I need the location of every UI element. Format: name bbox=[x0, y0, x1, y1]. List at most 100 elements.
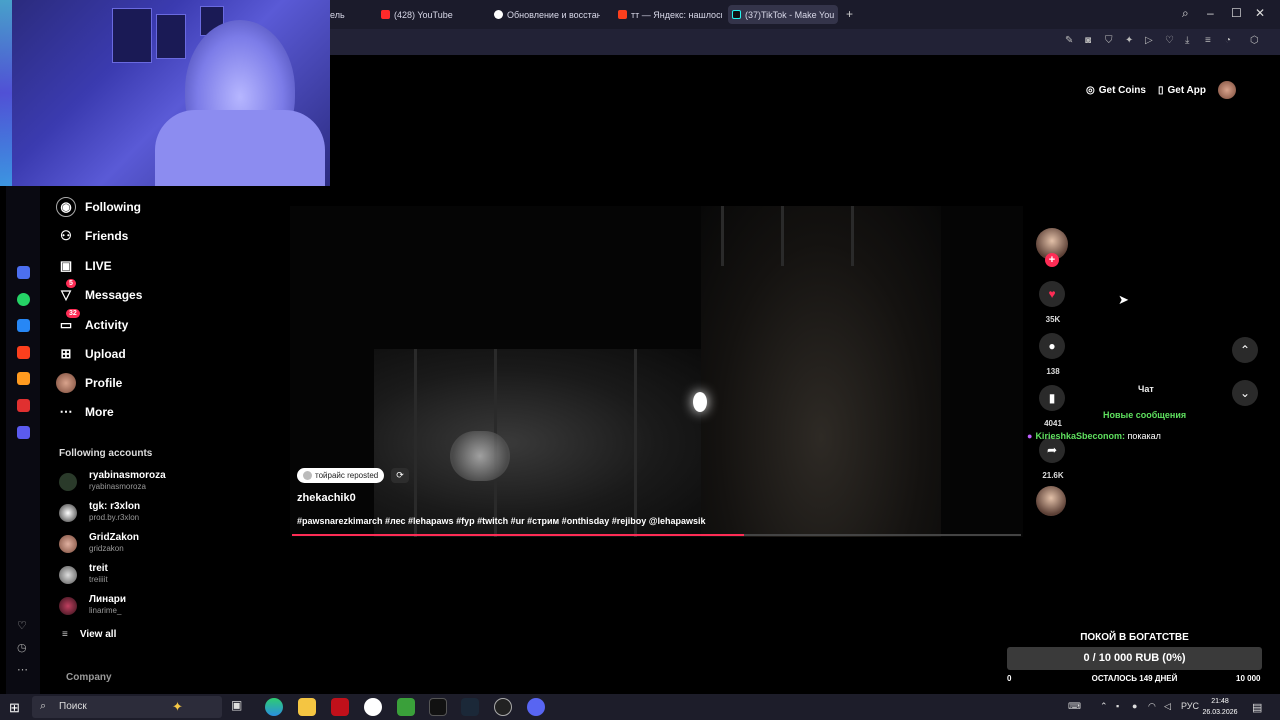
camera-icon[interactable]: ◙ bbox=[1085, 35, 1091, 46]
get-app-label: Get App bbox=[1167, 84, 1206, 96]
language-indicator[interactable]: РУС bbox=[1181, 701, 1199, 711]
whatsapp-icon[interactable] bbox=[17, 293, 30, 306]
avatar[interactable] bbox=[1218, 81, 1236, 99]
discord-icon[interactable] bbox=[527, 698, 545, 716]
app-icon[interactable] bbox=[17, 426, 30, 439]
sidebar-item-messages[interactable]: ▽ 5 Messages bbox=[56, 279, 142, 307]
sidebar-item-live[interactable]: ▣ LIVE bbox=[56, 254, 112, 278]
mic-icon: ● bbox=[1027, 431, 1033, 441]
account-item[interactable]: tgk: r3xlon prod.by.r3xlon bbox=[59, 501, 269, 525]
history-icon[interactable]: ◷ bbox=[17, 641, 27, 654]
save-button[interactable]: ▮ bbox=[1039, 385, 1065, 411]
account-item[interactable]: treit treiiiit bbox=[59, 563, 269, 587]
search-tabs-icon[interactable]: ⌕ bbox=[1182, 6, 1189, 21]
favorites-icon[interactable]: ♡ bbox=[17, 619, 27, 632]
tab-label: ель bbox=[330, 9, 345, 20]
sidebar-item-following[interactable]: ◉ Following bbox=[56, 195, 141, 219]
more-icon: ⋯ bbox=[59, 404, 73, 419]
previous-video-button[interactable]: ⌃ bbox=[1232, 337, 1258, 363]
browser-tab[interactable]: ель bbox=[330, 5, 370, 24]
tab-label: (428) YouTube bbox=[394, 9, 453, 20]
browser-tab-yandex[interactable]: тт — Яндекс: нашлось 18 bbox=[618, 5, 722, 24]
account-item[interactable]: ryabinasmoroza ryabinasmoroza bbox=[59, 470, 269, 494]
windows-start-icon[interactable]: ⊞ bbox=[9, 700, 20, 716]
next-video-button[interactable]: ⌄ bbox=[1232, 380, 1258, 406]
yandex-browser-icon[interactable] bbox=[364, 698, 382, 716]
account-name: tgk: r3xlon bbox=[89, 501, 141, 512]
notifications-icon[interactable]: ▤ bbox=[1252, 701, 1262, 714]
follow-button[interactable]: + bbox=[1045, 253, 1059, 267]
more-icon[interactable]: ⋯ bbox=[17, 663, 28, 676]
yandex-icon[interactable] bbox=[17, 346, 30, 359]
comment-button[interactable]: ● bbox=[1039, 333, 1065, 359]
video-person bbox=[450, 431, 510, 481]
tray-arrow-icon[interactable]: ⌃ bbox=[1100, 701, 1108, 712]
repost-icon[interactable]: ⟳ bbox=[391, 468, 409, 483]
sound-avatar[interactable] bbox=[1036, 486, 1066, 516]
app-icon[interactable] bbox=[331, 698, 349, 716]
get-coins-button[interactable]: ◎ Get Coins bbox=[1086, 85, 1146, 96]
edge-icon[interactable] bbox=[265, 698, 283, 716]
goal-remaining: ОСТАЛОСЬ 149 ДНЕЙ bbox=[1091, 674, 1178, 683]
sidebar-item-profile[interactable]: Profile bbox=[56, 371, 122, 395]
vk-icon[interactable] bbox=[17, 319, 30, 332]
video-author[interactable]: zhekachik0 bbox=[297, 492, 356, 504]
wifi-icon[interactable]: ◠ bbox=[1148, 701, 1156, 712]
app-icon[interactable] bbox=[17, 399, 30, 412]
browser-tab-tiktok[interactable]: (37)TikTok - Make You bbox=[728, 5, 838, 24]
minimize-icon[interactable]: – bbox=[1207, 6, 1214, 20]
like-button[interactable]: ♥ bbox=[1039, 281, 1065, 307]
app-icon[interactable] bbox=[429, 698, 447, 716]
obs-icon[interactable] bbox=[494, 698, 512, 716]
taskbar-search[interactable]: ⌕ Поиск ✦ bbox=[32, 696, 222, 718]
minecraft-icon[interactable] bbox=[397, 698, 415, 716]
avatar bbox=[59, 535, 77, 553]
task-view-icon[interactable]: ▣ bbox=[231, 698, 249, 716]
video-player[interactable]: тойрайс reposted ⟳ zhekachik0 #pawsnarez… bbox=[290, 206, 1023, 537]
account-item[interactable]: GridZakon gridzakon bbox=[59, 532, 269, 556]
account-item[interactable]: Линари linarime_ bbox=[59, 594, 269, 618]
account-icon[interactable]: ◔ bbox=[1225, 35, 1231, 46]
mic-tray-icon[interactable]: ● bbox=[1132, 701, 1137, 711]
sidebar-item-activity[interactable]: ▭ 32 Activity bbox=[56, 309, 128, 337]
new-tab-button[interactable]: + bbox=[846, 7, 853, 21]
browser-tab-youtube[interactable]: (428) YouTube bbox=[381, 5, 481, 24]
account-name: Линари bbox=[89, 594, 127, 605]
friends-icon: ⚇ bbox=[60, 228, 72, 243]
sidebar-item-friends[interactable]: ⚇ Friends bbox=[56, 224, 128, 248]
tab-label: Обновление и восстанов bbox=[507, 9, 600, 20]
sidebar-item-upload[interactable]: ⊞ Upload bbox=[56, 342, 126, 366]
shield-icon[interactable]: ⛉ bbox=[1105, 35, 1113, 46]
video-progress[interactable] bbox=[292, 534, 1021, 536]
coin-icon: ◎ bbox=[1086, 84, 1095, 96]
sidebar-item-more[interactable]: ⋯ More bbox=[56, 400, 114, 424]
company-link[interactable]: Company bbox=[66, 672, 112, 683]
account-name: GridZakon bbox=[89, 532, 140, 543]
explorer-icon[interactable] bbox=[298, 698, 316, 716]
clock[interactable]: 21:48 26.03.2026 bbox=[1200, 696, 1240, 718]
mail-icon[interactable] bbox=[17, 372, 30, 385]
get-app-button[interactable]: ▯ Get App bbox=[1158, 85, 1206, 96]
maximize-icon[interactable]: ☐ bbox=[1231, 6, 1242, 20]
repost-badge[interactable]: тойрайс reposted bbox=[297, 468, 385, 483]
settings-icon[interactable]: ⬡ bbox=[1250, 35, 1259, 46]
led-lights bbox=[0, 0, 12, 186]
extension-icon[interactable]: ✦ bbox=[1125, 35, 1133, 46]
app-icon[interactable] bbox=[17, 266, 30, 279]
streamer-body bbox=[155, 110, 325, 186]
chat-message: ● KirieshkaSbeconom: покакал bbox=[1027, 431, 1161, 441]
network-icon[interactable]: ▪ bbox=[1116, 701, 1119, 711]
edit-icon[interactable]: ✎ bbox=[1065, 35, 1073, 46]
heart-icon[interactable]: ♡ bbox=[1165, 35, 1174, 46]
video-progress-fill bbox=[292, 534, 744, 536]
browser-tab[interactable]: Обновление и восстанов bbox=[494, 5, 600, 24]
download-icon[interactable]: ⤓ bbox=[1185, 35, 1189, 46]
sidebar-item-label: Friends bbox=[85, 229, 129, 243]
view-all-button[interactable]: ≡ View all bbox=[62, 629, 116, 640]
steam-icon[interactable] bbox=[461, 698, 479, 716]
keyboard-icon[interactable]: ⌨ bbox=[1068, 701, 1081, 712]
close-icon[interactable]: ✕ bbox=[1255, 6, 1265, 20]
volume-icon[interactable]: ◁ bbox=[1164, 701, 1171, 712]
menu-icon[interactable]: ≡ bbox=[1205, 35, 1211, 46]
play-icon[interactable]: ▷ bbox=[1145, 35, 1153, 46]
